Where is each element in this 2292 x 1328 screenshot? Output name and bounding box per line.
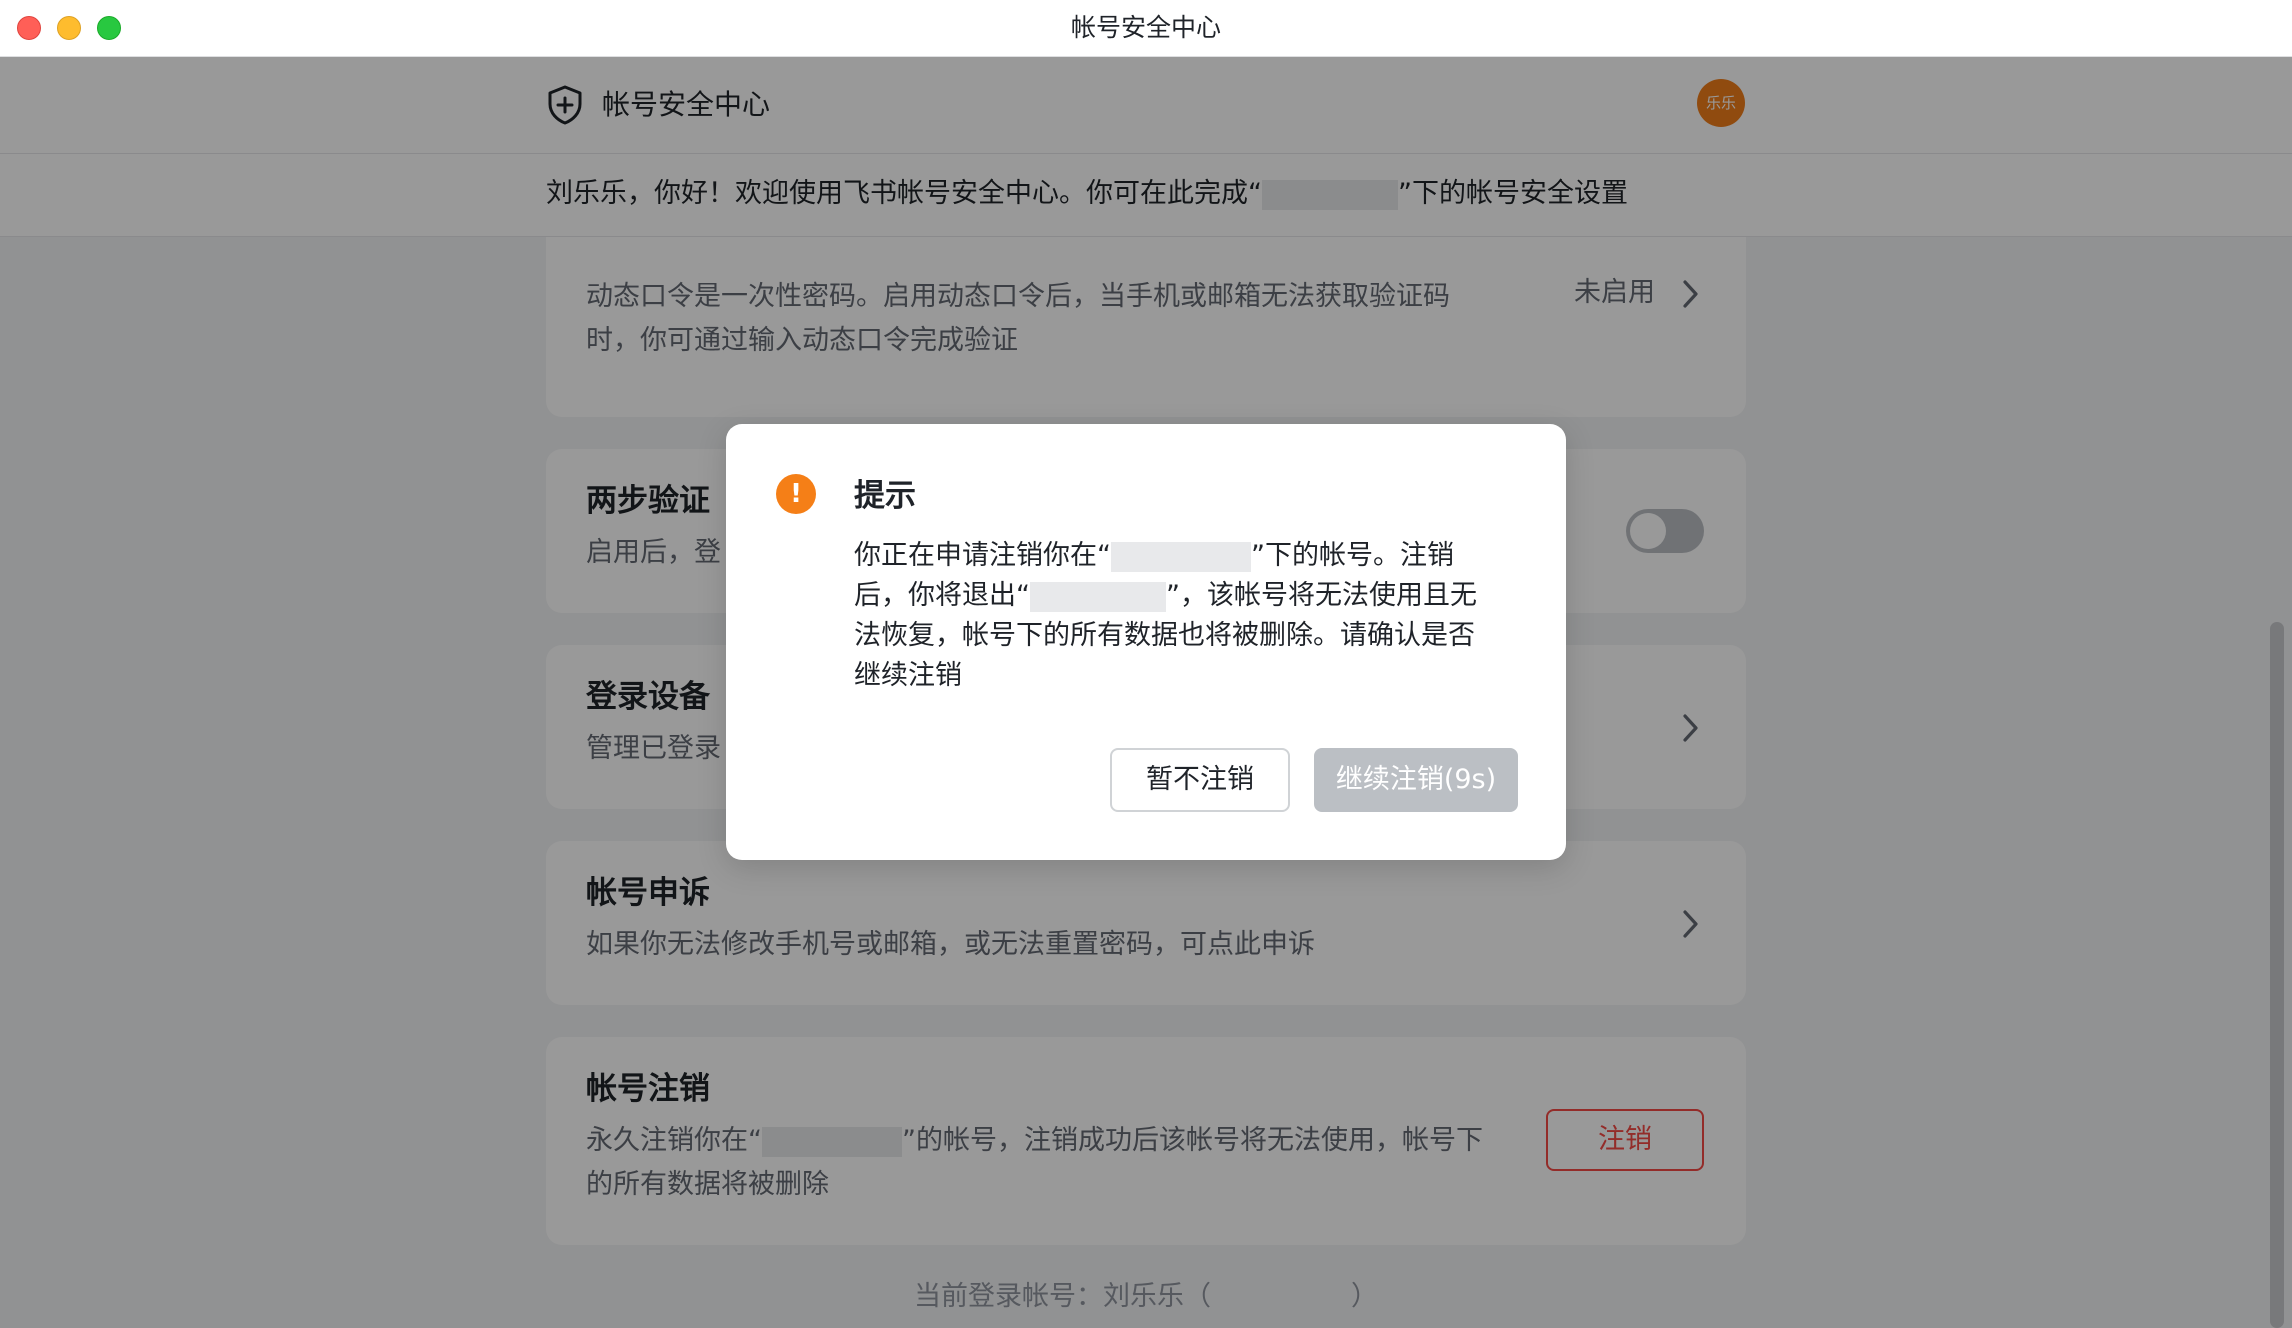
redacted-org-name [1030, 581, 1166, 612]
dialog-body-text: ”，该帐号将无法使用且无 [1166, 580, 1477, 611]
dialog-body-line2: 后，你将退出“ ”，该帐号将无法使用且无 [854, 576, 1494, 616]
redacted-org-name [1111, 541, 1251, 572]
dialog-body-text: 你正在申请注销你在“ [854, 540, 1111, 571]
window-title: 帐号安全中心 [1070, 13, 1221, 42]
dialog-body-line4: 继续注销 [854, 660, 962, 691]
dialog-title: 提示 [854, 478, 916, 514]
dialog-body: 你正在申请注销你在“ ”下的帐号。注销 后，你将退出“ ”，该帐号将无法使用且无 法… [854, 536, 1494, 696]
dialog-body-text: ”下的帐号。注销 [1251, 540, 1454, 571]
dialog-body-line1: 你正在申请注销你在“ ”下的帐号。注销 [854, 536, 1494, 576]
warning-icon: ! [776, 474, 816, 514]
dialog-body-text: 后，你将退出“ [854, 580, 1030, 611]
confirm-deactivation-dialog: ! 提示 你正在申请注销你在“ ”下的帐号。注销 后，你将退出“ ”，该帐号将无法使… [726, 424, 1566, 860]
continue-deactivation-button[interactable]: 继续注销(9s) [1314, 748, 1518, 812]
dialog-body-line3: 法恢复，帐号下的所有数据也将被删除。请确认是否 [854, 620, 1475, 651]
window-titlebar: 帐号安全中心 [0, 0, 2292, 57]
cancel-deactivation-button[interactable]: 暂不注销 [1110, 748, 1290, 812]
